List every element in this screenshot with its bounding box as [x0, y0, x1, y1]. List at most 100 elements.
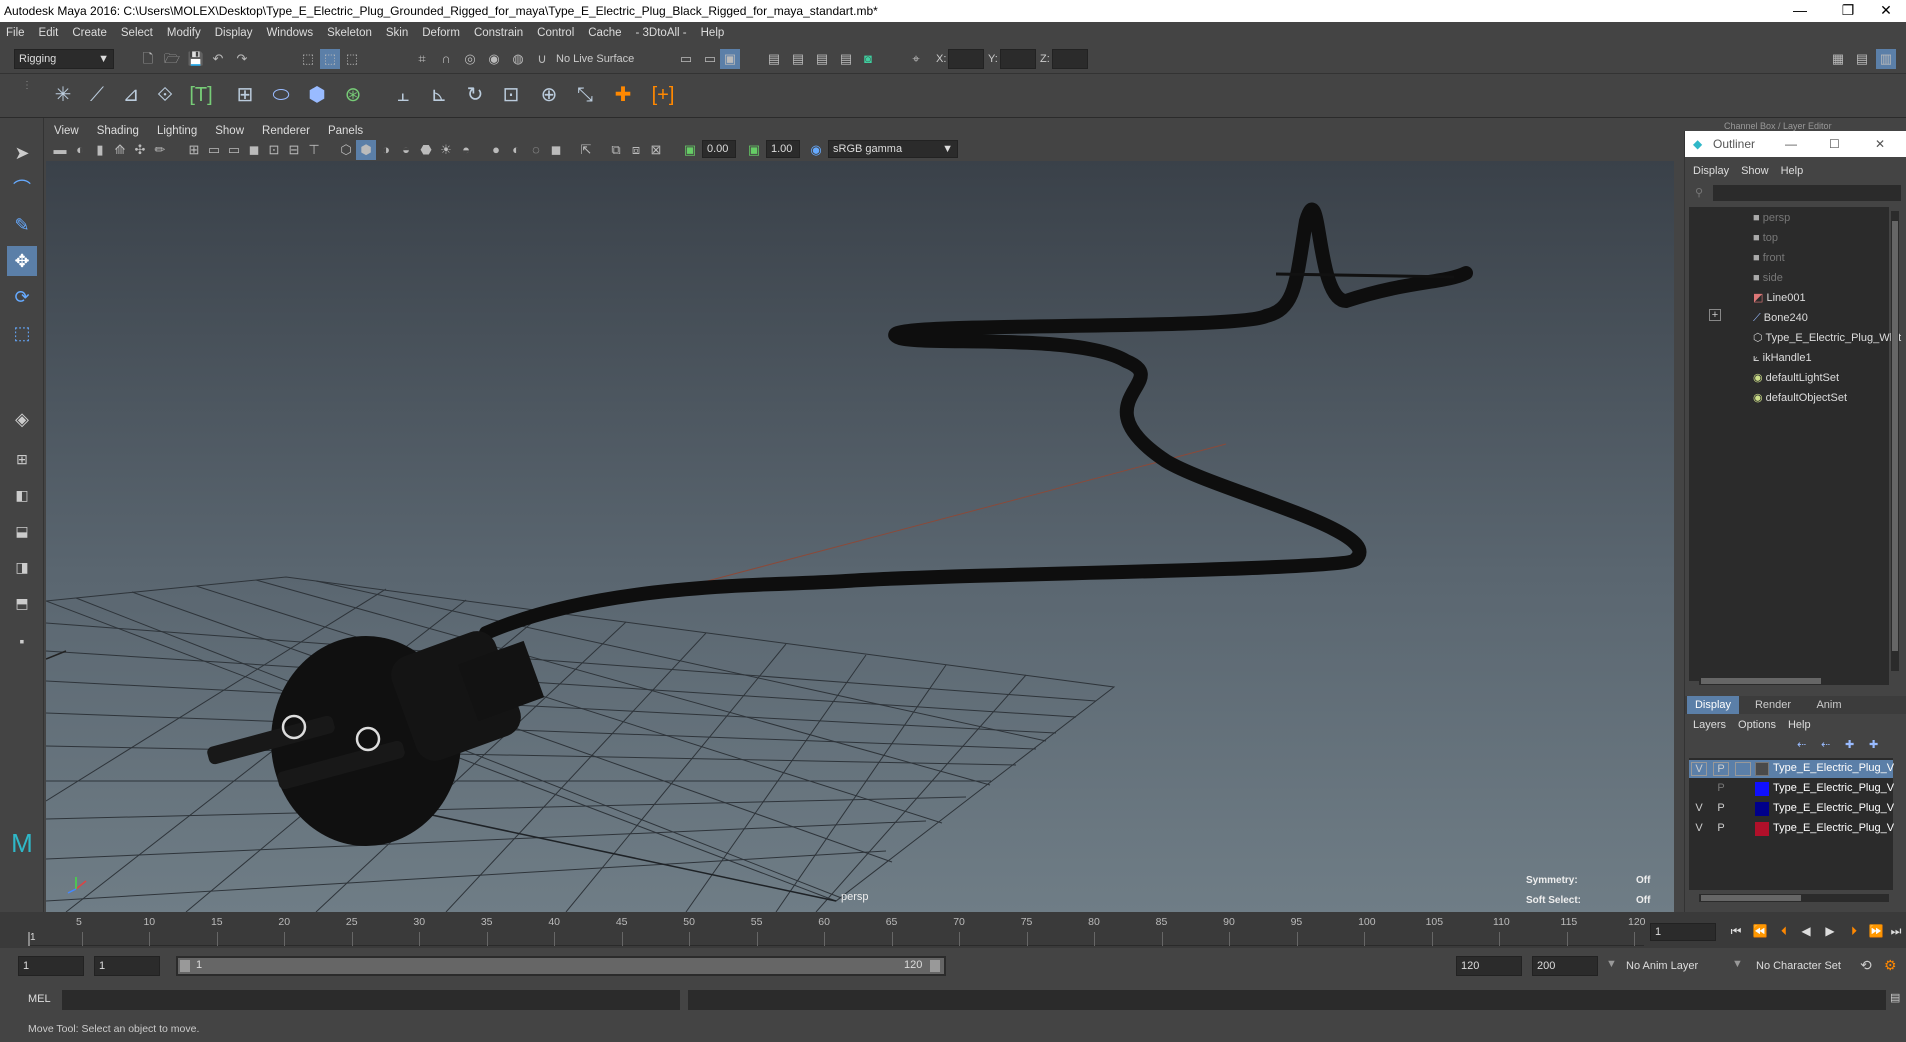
- parent-constraint-icon[interactable]: [+]: [648, 80, 678, 110]
- select-hierarchy-icon[interactable]: ⬚: [298, 49, 318, 69]
- outliner-tree[interactable]: ■ persp ■ top ■ front ■ side ◩ Line001 +…: [1689, 207, 1901, 681]
- four-view-layout-icon[interactable]: ⊞: [7, 444, 37, 474]
- safe-action-icon[interactable]: ⊟: [284, 140, 304, 160]
- snap-surface-icon[interactable]: ◍: [508, 49, 528, 69]
- menu-edit[interactable]: Edit: [39, 27, 59, 39]
- magnet-icon[interactable]: ∪: [532, 49, 552, 69]
- color-management-icon[interactable]: ◉: [806, 140, 826, 160]
- render-settings-window-icon[interactable]: ▤: [836, 49, 856, 69]
- vp-menu-shading[interactable]: Shading: [97, 125, 139, 137]
- minimize-button[interactable]: —: [1780, 0, 1820, 22]
- current-frame-field[interactable]: 1: [1650, 923, 1716, 941]
- scrollbar-thumb[interactable]: [1701, 678, 1821, 684]
- insert-joint-icon[interactable]: ⟐: [150, 80, 180, 110]
- rotate-tool-icon[interactable]: ⟳: [7, 282, 37, 312]
- layer-visibility-toggle[interactable]: [1691, 782, 1707, 796]
- image-plane-icon[interactable]: ⟰: [110, 140, 130, 160]
- modeling-toolkit-icon[interactable]: ▦: [1828, 49, 1848, 69]
- outliner-menu-help[interactable]: Help: [1781, 165, 1804, 177]
- menu-deform[interactable]: Deform: [422, 27, 460, 39]
- live-surface-label[interactable]: No Live Surface: [556, 53, 634, 65]
- layer-name[interactable]: Type_E_Electric_Plug_V: [1773, 802, 1894, 814]
- layer-playback-toggle[interactable]: P: [1713, 822, 1729, 836]
- chevron-down-icon[interactable]: ▼: [1606, 958, 1617, 970]
- go-to-end-icon[interactable]: ⏭: [1886, 924, 1906, 939]
- layer-menu-help[interactable]: Help: [1788, 719, 1811, 731]
- exposure-field[interactable]: 0.00: [702, 140, 736, 158]
- snap-point-icon[interactable]: ◎: [460, 49, 480, 69]
- resolution-gate-icon[interactable]: ▭: [224, 140, 244, 160]
- range-start-grip[interactable]: [180, 960, 190, 972]
- script-editor-icon[interactable]: ▤: [1890, 991, 1900, 1004]
- scale-tool-icon[interactable]: ⬚: [7, 318, 37, 348]
- paint-weights-icon[interactable]: ⊾: [424, 80, 454, 110]
- layer-name[interactable]: Type_E_Electric_Plug_V: [1773, 782, 1894, 794]
- ik-handle-tool-icon[interactable]: ⟋: [82, 80, 112, 110]
- perspective-viewport[interactable]: persp Symmetry: Off Soft Select: Off: [46, 161, 1674, 912]
- persp-outliner-layout-icon[interactable]: ◧: [7, 480, 37, 510]
- preferences-icon[interactable]: ⚙: [1884, 957, 1897, 974]
- vp-menu-view[interactable]: View: [54, 125, 79, 137]
- film-gate-icon[interactable]: ▭: [204, 140, 224, 160]
- range-end-grip[interactable]: [930, 960, 940, 972]
- grid-toggle-icon[interactable]: ⊞: [184, 140, 204, 160]
- sculpt-deformer-icon[interactable]: ⊛: [338, 80, 368, 110]
- vp-menu-renderer[interactable]: Renderer: [262, 125, 310, 137]
- input-history-icon[interactable]: ▭: [676, 49, 696, 69]
- exposure-icon[interactable]: ▣: [680, 140, 700, 160]
- vp-menu-lighting[interactable]: Lighting: [157, 125, 197, 137]
- custom-layout-icon[interactable]: ▪: [7, 626, 37, 656]
- layer-playback-toggle[interactable]: P: [1713, 762, 1729, 776]
- outliner-item-bone240[interactable]: ⟋ Bone240: [1753, 309, 1808, 327]
- menu-skin[interactable]: Skin: [386, 27, 408, 39]
- attribute-editor-icon[interactable]: ▤: [1852, 49, 1872, 69]
- layer-row[interactable]: V P Type_E_Electric_Plug_V: [1689, 760, 1894, 778]
- step-back-key-icon[interactable]: ⏪: [1750, 924, 1770, 938]
- new-layer-icon[interactable]: ✚: [1845, 738, 1854, 751]
- outliner-item-side[interactable]: ■ side: [1753, 269, 1783, 287]
- depth-of-field-icon[interactable]: ◼: [546, 140, 566, 160]
- outliner-item-front[interactable]: ■ front: [1753, 249, 1785, 267]
- new-scene-icon[interactable]: 🗋: [138, 49, 158, 69]
- outliner-menu-display[interactable]: Display: [1693, 165, 1729, 177]
- tab-render[interactable]: Render: [1747, 696, 1799, 714]
- persp-graph-layout-icon[interactable]: ⬓: [7, 516, 37, 546]
- layer-row[interactable]: V P Type_E_Electric_Plug_V: [1689, 800, 1894, 818]
- construction-history-icon[interactable]: ▭: [700, 49, 720, 69]
- render-current-icon[interactable]: ▤: [788, 49, 808, 69]
- hypershade-icon[interactable]: ◙: [858, 49, 878, 69]
- snap-grid-icon[interactable]: ⌗: [412, 49, 432, 69]
- ik-spline-tool-icon[interactable]: ⊿: [116, 80, 146, 110]
- snap-view-plane-icon[interactable]: ◉: [484, 49, 504, 69]
- x-field[interactable]: [948, 49, 984, 69]
- select-tool-icon[interactable]: ➤: [7, 138, 37, 168]
- layer-visibility-toggle[interactable]: V: [1691, 762, 1707, 776]
- play-backwards-icon[interactable]: ◀: [1796, 924, 1816, 938]
- play-forwards-icon[interactable]: ▶: [1820, 924, 1840, 938]
- undo-icon[interactable]: ↶: [208, 49, 228, 69]
- menu-windows[interactable]: Windows: [266, 27, 313, 39]
- hypershade-layout-icon[interactable]: ◨: [7, 552, 37, 582]
- menu-display[interactable]: Display: [215, 27, 253, 39]
- layer-playback-toggle[interactable]: P: [1713, 782, 1729, 796]
- shelf-handle-icon[interactable]: ⋮: [22, 80, 32, 91]
- transform-mode-icon[interactable]: ⌖: [906, 49, 926, 69]
- outliner-menu-show[interactable]: Show: [1741, 165, 1769, 177]
- gamma-field[interactable]: 1.00: [766, 140, 800, 158]
- range-slider[interactable]: 1 120: [176, 956, 946, 976]
- time-ruler[interactable]: 1 5 10 15 20 25 30 35 40 45 50 55 60 65 70 75 80 85 90 95 1…: [28, 912, 1646, 946]
- outliner-item-defaultobjectset[interactable]: ◉ defaultObjectSet: [1753, 389, 1847, 407]
- point-constraint-icon[interactable]: ⊕: [534, 80, 564, 110]
- default-material-icon[interactable]: ◑: [376, 140, 396, 160]
- time-slider[interactable]: 1 5 10 15 20 25 30 35 40 45 50 55 60 65 70 75 80 85 90 95 1…: [0, 912, 1906, 948]
- textured-icon[interactable]: ◒: [396, 140, 416, 160]
- bookmark-icon[interactable]: ▮: [90, 140, 110, 160]
- render-view-icon[interactable]: ▤: [764, 49, 784, 69]
- redo-icon[interactable]: ↷: [232, 49, 252, 69]
- save-scene-icon[interactable]: 💾: [186, 49, 206, 69]
- layer-row[interactable]: V P Type_E_Electric_Plug_V: [1689, 820, 1894, 838]
- cluster-icon[interactable]: [T]: [186, 80, 216, 110]
- wireframe-on-shaded-icon[interactable]: ⬣: [416, 140, 436, 160]
- outliner-item-plug-mesh[interactable]: ⬡ Type_E_Electric_Plug_Whit: [1753, 329, 1901, 347]
- uv-editor-layout-icon[interactable]: ⬒: [7, 588, 37, 618]
